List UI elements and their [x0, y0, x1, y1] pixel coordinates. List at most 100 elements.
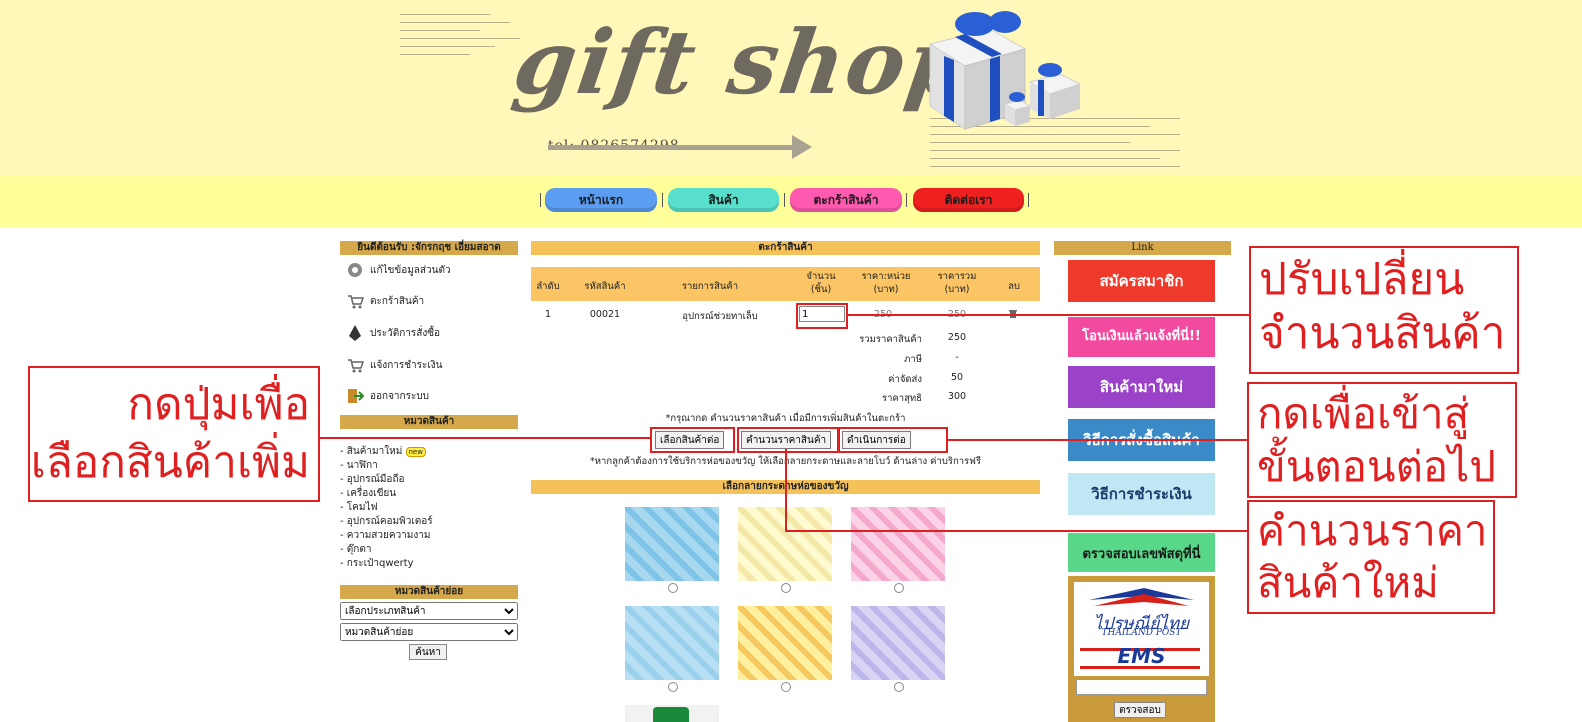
payment-notice-button[interactable]: โอนเงินแล้วแจ้งที่นี่!!: [1068, 317, 1215, 357]
link-title-bar: Link: [1054, 241, 1231, 255]
row-name[interactable]: อุปกรณ์ช่วยทาเล็บ: [650, 309, 790, 324]
summary-label: ค่าจัดส่ง: [888, 374, 922, 385]
nav-home[interactable]: หน้าแรก: [545, 188, 657, 212]
welcome-bar: ยินดีต้อนรับ :จักรกฤช เอี่ยมสอาด: [340, 241, 518, 255]
wrap-paper-6[interactable]: [851, 606, 945, 680]
new-badge: new: [405, 447, 426, 457]
category-item[interactable]: - อุปกรณ์มือถือ: [340, 473, 405, 487]
subcategory-select[interactable]: หมวดสินค้าย่อย: [340, 623, 518, 641]
col-no: ลำดับ: [536, 281, 560, 292]
category-item[interactable]: - สินค้ามาใหม่ new: [340, 445, 426, 459]
wrap-paper-3[interactable]: [851, 507, 945, 581]
cart-icon: [346, 292, 365, 310]
row-code: 00021: [589, 309, 621, 320]
wrap-paper-1[interactable]: [625, 507, 719, 581]
nav-separator: [662, 193, 663, 207]
nav-products[interactable]: สินค้า: [668, 188, 779, 212]
how-to-pay-button[interactable]: วิธีการชำระเงิน: [1068, 473, 1215, 515]
summary-value: 250: [947, 332, 967, 343]
subcategory-header: หมวดสินค้าย่อย: [340, 585, 518, 599]
nav-separator: [784, 193, 785, 207]
highlight-proceed: [838, 427, 948, 453]
wrap-radio-5[interactable]: [781, 682, 791, 692]
category-item[interactable]: - ความสวยความงาม: [340, 529, 430, 543]
category-item[interactable]: - ตุ๊กตา: [340, 543, 371, 557]
gift-box-icon: [928, 11, 1082, 130]
logout-icon: [346, 387, 365, 405]
post-logo-subtext: THAILAND POST: [1101, 628, 1182, 638]
col-delete: ลบ: [1008, 281, 1020, 292]
summary-label: รวมราคาสินค้า: [859, 334, 922, 345]
menu-logout[interactable]: ออกจากระบบ: [346, 387, 429, 407]
col-name: รายการสินค้า: [681, 281, 739, 292]
new-products-button[interactable]: สินค้ามาใหม่: [1068, 366, 1215, 408]
annotation-change-quantity: ปรับเปลี่ยน จำนวนสินค้า: [1249, 246, 1519, 374]
header-banner: gift shop tel: 0826574298: [0, 0, 1582, 175]
connector-line: [847, 314, 1249, 316]
highlight-quantity: [796, 303, 848, 329]
connector-line: [318, 437, 650, 439]
col-total: ราคารวม (บาท): [937, 271, 977, 295]
nav-separator: [1028, 193, 1029, 207]
thailand-post-logo: ไปรษณีย์ไทย THAILAND POST EMS: [1074, 582, 1209, 676]
shop-logo[interactable]: gift shop: [508, 10, 978, 114]
row-no: 1: [544, 309, 552, 320]
summary-value: 300: [947, 391, 967, 402]
arrow-line: [548, 145, 798, 150]
menu-label: แก้ไขข้อมูลส่วนตัว: [370, 265, 451, 276]
menu-edit-profile[interactable]: แก้ไขข้อมูลส่วนตัว: [346, 261, 451, 281]
connector-line: [946, 439, 1247, 441]
cart-title-bar: ตะกร้าสินค้า: [531, 241, 1040, 255]
nav-separator: [540, 193, 541, 207]
category-header: หมวดสินค้า: [340, 415, 518, 429]
wrap-radio-2[interactable]: [781, 583, 791, 593]
product-type-select[interactable]: เลือกประเภทสินค้า: [340, 602, 518, 620]
calc-note: *กรุณากด คำนวนราคาสินค้า เมื่อมีการเพิ่ม…: [665, 413, 906, 424]
cart-icon: [346, 356, 365, 374]
summary-label: ราคาสุทธิ: [882, 393, 922, 404]
ribbon-swatch[interactable]: [625, 705, 719, 722]
nav-separator: [906, 193, 907, 207]
wrap-radio-4[interactable]: [668, 682, 678, 692]
check-tracking-button[interactable]: ตรวจสอบ: [1114, 702, 1166, 718]
track-parcel-button[interactable]: ตรวจสอบเลขพัสดุที่นี่: [1068, 528, 1215, 572]
nav-contact[interactable]: ติดต่อเรา: [913, 188, 1024, 212]
menu-label: ประวัติการสั่งซื้อ: [370, 328, 441, 339]
category-item[interactable]: - โคมไฟ: [340, 501, 378, 515]
menu-payment-notice[interactable]: แจ้งการชำระเงิน: [346, 356, 443, 376]
arrow-icon: [792, 135, 812, 159]
menu-label: ตะกร้าสินค้า: [370, 296, 425, 307]
category-item[interactable]: - อุปกรณ์คอมพิวเตอร์: [340, 515, 433, 529]
menu-order-history[interactable]: ประวัติการสั่งซื้อ: [346, 324, 440, 344]
summary-value: 50: [950, 372, 964, 383]
category-item[interactable]: - เครื่องเขียน: [340, 487, 396, 501]
summary-value: -: [955, 352, 959, 363]
wrap-radio-6[interactable]: [894, 682, 904, 692]
tracking-number-input[interactable]: [1076, 679, 1207, 695]
col-qty: จำนวน (ชิ้น): [806, 271, 836, 295]
search-button[interactable]: ค้นหา: [409, 644, 447, 660]
connector-line: [785, 449, 787, 531]
gear-icon: [346, 261, 364, 279]
register-button[interactable]: สมัครสมาชิก: [1068, 260, 1215, 302]
highlight-calc: [737, 427, 839, 453]
menu-cart[interactable]: ตะกร้าสินค้า: [346, 292, 424, 312]
menu-label: ออกจากระบบ: [370, 391, 430, 402]
wrap-radio-3[interactable]: [894, 583, 904, 593]
annotation-continue-shopping: กดปุ่มเพื่อ เลือกสินค้าเพิ่ม: [28, 366, 320, 502]
ems-text: EMS: [1117, 644, 1166, 668]
wrap-paper-4[interactable]: [625, 606, 719, 680]
annotation-recalculate: คำนวนราคา สินค้าใหม่: [1247, 500, 1495, 614]
summary-label: ภาษี: [904, 354, 922, 365]
col-unit-price: ราคา:หน่วย (บาท): [861, 271, 911, 295]
pen-icon: [346, 324, 364, 342]
nav-cart[interactable]: ตะกร้าสินค้า: [790, 188, 902, 212]
category-item[interactable]: - กระเป๋าqwerty: [340, 557, 414, 571]
connector-line: [785, 530, 1247, 532]
category-item[interactable]: - นาฬิกา: [340, 459, 378, 473]
col-code: รหัสสินค้า: [584, 281, 626, 292]
wrap-paper-5[interactable]: [738, 606, 832, 680]
highlight-continue: [650, 427, 735, 453]
menu-label: แจ้งการชำระเงิน: [370, 360, 443, 371]
wrap-radio-1[interactable]: [668, 583, 678, 593]
